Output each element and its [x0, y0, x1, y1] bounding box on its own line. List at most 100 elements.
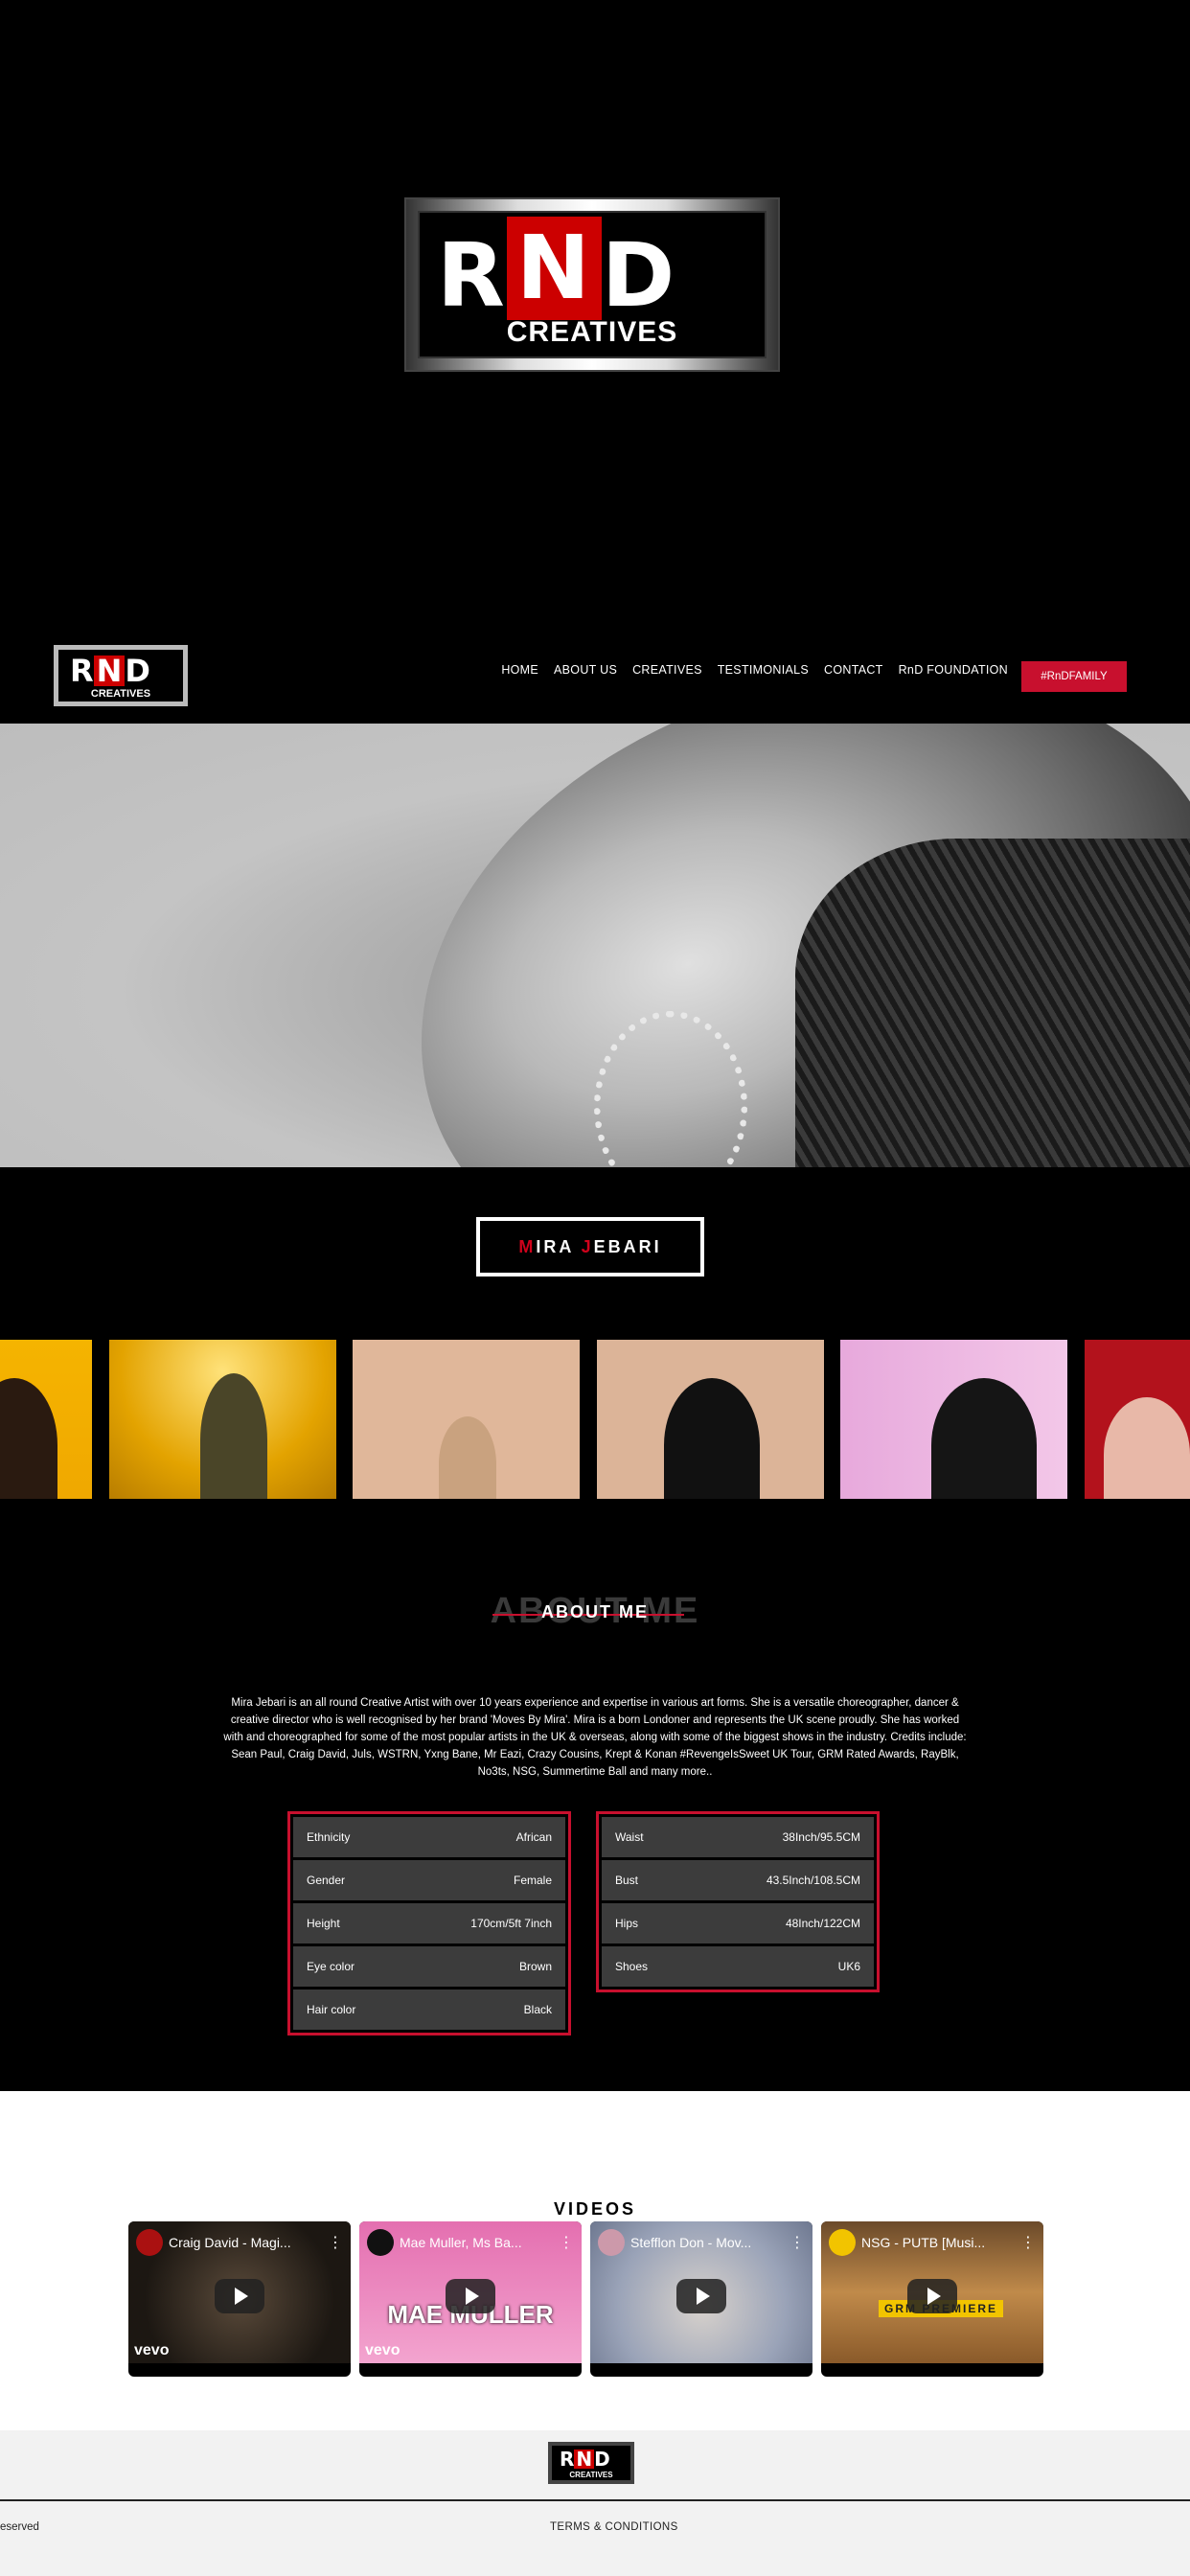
spec-value: Female	[513, 1874, 552, 1887]
header-logo-subtitle: CREATIVES	[90, 688, 151, 700]
spec-value: 170cm/5ft 7inch	[470, 1917, 552, 1930]
footer-rights-text: eserved	[0, 2521, 39, 2533]
more-options-icon[interactable]: ⋮	[790, 2233, 805, 2252]
logo-letter-n: N	[506, 217, 602, 320]
name-last-rest: EBARI	[593, 1236, 662, 1256]
more-options-icon[interactable]: ⋮	[328, 2233, 343, 2252]
logo-letters: R N D	[437, 217, 677, 327]
video-title-bar: Stefflon Don - Mov... ⋮	[598, 2229, 805, 2256]
videos-heading: VIDEOS	[553, 2199, 637, 2219]
video-title: Stefflon Don - Mov...	[630, 2235, 752, 2250]
spec-row-ethnicity: Ethnicity African	[293, 1817, 565, 1857]
video-title-bar: Craig David - Magi... ⋮	[136, 2229, 343, 2256]
gallery-photo[interactable]	[840, 1340, 1067, 1499]
spec-row-bust: Bust 43.5Inch/108.5CM	[602, 1860, 874, 1900]
spec-row-eye-color: Eye color Brown	[293, 1946, 565, 1987]
header-logo[interactable]: R N D CREATIVES	[54, 645, 188, 706]
spec-row-shoes: Shoes UK6	[602, 1946, 874, 1987]
spec-row-waist: Waist 38Inch/95.5CM	[602, 1817, 874, 1857]
spec-label: Hips	[615, 1917, 639, 1930]
about-description: Mira Jebari is an all round Creative Art…	[223, 1697, 967, 1778]
spec-row-height: Height 170cm/5ft 7inch	[293, 1903, 565, 1944]
gallery-figure	[0, 1378, 57, 1499]
logo-letter-r: R	[437, 224, 507, 327]
name-last-initial: J	[581, 1236, 594, 1256]
footer-logo-letters: R N D	[560, 2450, 610, 2469]
video-title-bar: NSG - PUTB [Musi... ⋮	[829, 2229, 1036, 2256]
spec-row-hips: Hips 48Inch/122CM	[602, 1903, 874, 1944]
footer-logo-letter-r: R	[560, 2448, 575, 2471]
nav-contact[interactable]: CONTACT	[824, 663, 883, 677]
about-heading: ABOUT ME	[541, 1602, 649, 1622]
spec-label: Shoes	[615, 1960, 649, 1973]
rnd-family-button[interactable]: #RnDFAMILY	[1021, 661, 1127, 692]
spec-label: Eye color	[307, 1960, 355, 1973]
play-button-icon[interactable]	[215, 2279, 264, 2313]
video-title: Mae Muller, Ms Ba...	[400, 2235, 522, 2250]
header-logo-letters: R N D	[70, 656, 150, 686]
video-title-bar: Mae Muller, Ms Ba... ⋮	[367, 2229, 574, 2256]
gallery-photo[interactable]	[597, 1340, 824, 1499]
spec-value: 38Inch/95.5CM	[782, 1830, 860, 1844]
more-options-icon[interactable]: ⋮	[1020, 2233, 1036, 2252]
video-embed[interactable]: Craig David - Magi... ⋮ vevo	[128, 2221, 351, 2377]
footer-logo[interactable]: R N D CREATIVES	[548, 2442, 634, 2484]
nav-creatives[interactable]: CREATIVES	[632, 663, 702, 677]
footer-logo-letter-d: D	[594, 2448, 610, 2471]
video-embed[interactable]: GRM PREMIERE NSG - PUTB [Musi... ⋮	[821, 2221, 1043, 2377]
logo-letter-d: D	[601, 224, 677, 327]
spec-value: UK6	[837, 1960, 860, 1973]
spec-value: 48Inch/122CM	[785, 1917, 860, 1930]
play-button-icon[interactable]	[676, 2279, 726, 2313]
channel-avatar-icon	[598, 2229, 625, 2256]
spec-label: Gender	[307, 1874, 346, 1887]
name-first-rest: IRA	[536, 1236, 582, 1256]
logo-subtitle: CREATIVES	[506, 316, 678, 348]
video-title: NSG - PUTB [Musi...	[861, 2235, 986, 2250]
nav-testimonials[interactable]: TESTIMONIALS	[718, 663, 809, 677]
channel-avatar-icon	[367, 2229, 394, 2256]
spec-label: Bust	[615, 1874, 639, 1887]
specs-table-left: Ethnicity African Gender Female Height 170c…	[287, 1811, 571, 2036]
terms-link[interactable]: TERMS & CONDITIONS	[550, 2521, 678, 2533]
specs-table-right: Waist 38Inch/95.5CM Bust 43.5Inch/108.5CM …	[596, 1811, 880, 1992]
video-embed[interactable]: Stefflon Don - Mov... ⋮	[590, 2221, 812, 2377]
spec-value: African	[515, 1830, 552, 1844]
header-logo-letter-n: N	[93, 656, 126, 686]
gallery-photo[interactable]	[353, 1340, 580, 1499]
gallery-photo[interactable]	[1085, 1340, 1190, 1499]
spec-label: Ethnicity	[307, 1830, 351, 1844]
vevo-badge: vevo	[134, 2342, 170, 2358]
video-title: Craig David - Magi...	[169, 2235, 291, 2250]
site-header: R N D CREATIVES HOME ABOUT US CREATIVES …	[0, 623, 1190, 724]
profile-banner-photo	[0, 724, 1190, 1167]
vevo-badge: vevo	[365, 2342, 400, 2358]
spec-label: Hair color	[307, 2003, 356, 2016]
gallery-figure	[439, 1416, 496, 1499]
video-embed[interactable]: MAE MULLER Mae Muller, Ms Ba... ⋮ vevo	[359, 2221, 582, 2377]
gallery-photo[interactable]	[109, 1340, 336, 1499]
play-button-icon[interactable]	[446, 2279, 495, 2313]
footer-logo-subtitle: CREATIVES	[569, 2471, 613, 2479]
channel-avatar-icon	[136, 2229, 163, 2256]
channel-avatar-icon	[829, 2229, 856, 2256]
profile-name-box: M IRA J EBARI	[476, 1217, 704, 1276]
gallery-figure	[1104, 1397, 1190, 1499]
main-nav: HOME ABOUT US CREATIVES TESTIMONIALS CON…	[501, 663, 1008, 677]
photo-gallery	[0, 1340, 1190, 1499]
brand-logo-large: R N D CREATIVES	[406, 199, 778, 370]
spec-label: Waist	[615, 1830, 644, 1844]
play-button-icon[interactable]	[907, 2279, 957, 2313]
nav-about-us[interactable]: ABOUT US	[554, 663, 617, 677]
header-logo-letter-r: R	[70, 653, 94, 689]
spec-value: 43.5Inch/108.5CM	[766, 1874, 860, 1887]
spec-row-gender: Gender Female	[293, 1860, 565, 1900]
name-first-initial: M	[518, 1236, 537, 1256]
gallery-figure	[664, 1378, 760, 1499]
gallery-photo[interactable]	[0, 1340, 92, 1499]
nav-rnd-foundation[interactable]: RnD FOUNDATION	[899, 663, 1008, 677]
nav-home[interactable]: HOME	[501, 663, 538, 677]
spec-row-hair-color: Hair color Black	[293, 1990, 565, 2030]
more-options-icon[interactable]: ⋮	[559, 2233, 574, 2252]
footer-bottom	[0, 2501, 1190, 2576]
